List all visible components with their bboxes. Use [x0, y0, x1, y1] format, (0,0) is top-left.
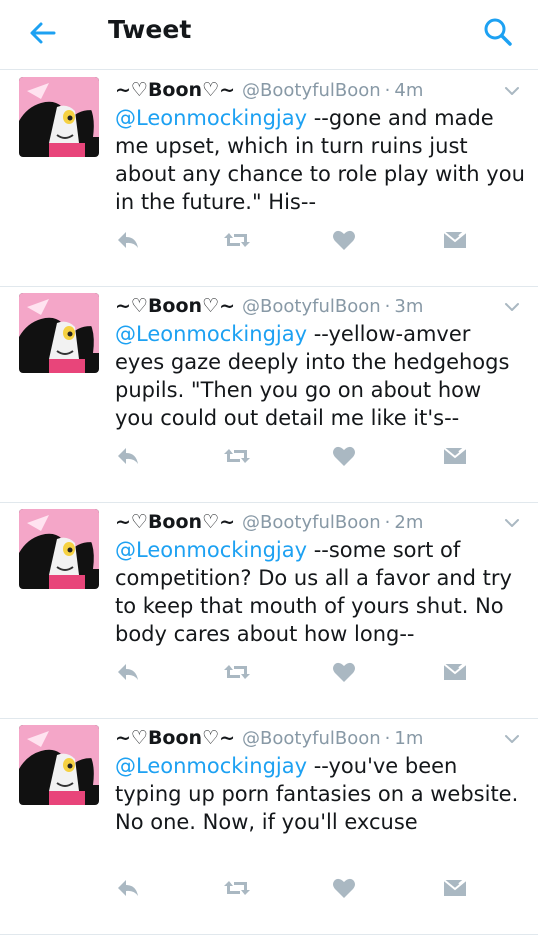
tweet-text: @Leonmockingjay --you've been typing up …	[115, 752, 525, 836]
separator: ·	[384, 728, 391, 749]
reply-button[interactable]	[116, 441, 140, 471]
avatar[interactable]	[19, 509, 99, 589]
mention-link[interactable]: @Leonmockingjay	[115, 322, 307, 346]
reply-icon	[118, 880, 138, 896]
reply-button[interactable]	[116, 657, 140, 687]
direct-message-icon	[443, 230, 467, 248]
like-button[interactable]	[332, 441, 356, 471]
tweet-header: ~♡Boon♡~ @BootyfulBoon · 2m	[115, 507, 423, 537]
tweet[interactable]: ~♡Boon♡~ @BootyfulBoon · 2m @Leonmockingjay…	[0, 503, 538, 719]
like-icon	[333, 446, 355, 466]
retweet-button[interactable]	[222, 441, 252, 471]
separator: ·	[384, 296, 391, 317]
direct-message-icon	[443, 878, 467, 896]
retweet-icon	[224, 233, 250, 247]
chevron-down-icon	[505, 303, 519, 311]
retweet-button[interactable]	[222, 225, 252, 255]
user-handle[interactable]: @BootyfulBoon	[242, 296, 381, 317]
mention-link[interactable]: @Leonmockingjay	[115, 538, 307, 562]
user-handle[interactable]: @BootyfulBoon	[242, 728, 381, 749]
tweet-menu-button[interactable]	[503, 299, 521, 313]
tweet-actions	[0, 657, 538, 687]
tweet-text: @Leonmockingjay --some sort of competiti…	[115, 536, 525, 648]
separator: ·	[384, 512, 391, 533]
like-button[interactable]	[332, 873, 356, 903]
retweet-icon	[224, 449, 250, 463]
search-button[interactable]	[482, 16, 514, 48]
mention-link[interactable]: @Leonmockingjay	[115, 106, 307, 130]
like-icon	[333, 878, 355, 898]
reply-icon	[118, 448, 138, 464]
tweet-menu-button[interactable]	[503, 515, 521, 529]
tweet[interactable]: ~♡Boon♡~ @BootyfulBoon · 1m @Leonmockingjay…	[0, 719, 538, 935]
display-name[interactable]: ~♡Boon♡~	[115, 727, 235, 749]
display-name[interactable]: ~♡Boon♡~	[115, 295, 235, 317]
user-handle[interactable]: @BootyfulBoon	[242, 512, 381, 533]
page-title: Tweet	[108, 15, 192, 44]
tweet-actions	[0, 873, 538, 903]
timestamp: 1m	[394, 728, 424, 749]
tweet-text: @Leonmockingjay --gone and made me upset…	[115, 104, 525, 216]
tweet[interactable]: ~♡Boon♡~ @BootyfulBoon · 3m @Leonmockingjay…	[0, 287, 538, 503]
tweet-header: ~♡Boon♡~ @BootyfulBoon · 3m	[115, 291, 423, 321]
direct-message-button[interactable]	[442, 441, 468, 471]
timestamp: 2m	[394, 512, 424, 533]
tweet-menu-button[interactable]	[503, 731, 521, 745]
display-name[interactable]: ~♡Boon♡~	[115, 511, 235, 533]
tweet-actions	[0, 225, 538, 255]
reply-button[interactable]	[116, 873, 140, 903]
search-icon	[484, 18, 512, 46]
direct-message-button[interactable]	[442, 657, 468, 687]
direct-message-icon	[443, 662, 467, 680]
chevron-down-icon	[505, 735, 519, 743]
avatar[interactable]	[19, 293, 99, 373]
tweet-text: @Leonmockingjay --yellow-amver eyes gaze…	[115, 320, 525, 432]
separator: ·	[384, 80, 391, 101]
retweet-button[interactable]	[222, 873, 252, 903]
tweet-menu-button[interactable]	[503, 83, 521, 97]
tweet-header: ~♡Boon♡~ @BootyfulBoon · 1m	[115, 723, 423, 753]
display-name[interactable]: ~♡Boon♡~	[115, 79, 235, 101]
direct-message-button[interactable]	[442, 225, 468, 255]
chevron-down-icon	[505, 87, 519, 95]
reply-icon	[118, 664, 138, 680]
retweet-icon	[224, 665, 250, 679]
timestamp: 3m	[394, 296, 424, 317]
reply-icon	[118, 232, 138, 248]
like-button[interactable]	[332, 657, 356, 687]
top-bar: Tweet	[0, 0, 538, 70]
direct-message-icon	[443, 446, 467, 464]
like-button[interactable]	[332, 225, 356, 255]
arrow-left-icon	[30, 22, 56, 44]
retweet-button[interactable]	[222, 657, 252, 687]
direct-message-button[interactable]	[442, 873, 468, 903]
tweet-actions	[0, 441, 538, 471]
avatar[interactable]	[19, 77, 99, 157]
chevron-down-icon	[505, 519, 519, 527]
like-icon	[333, 230, 355, 250]
mention-link[interactable]: @Leonmockingjay	[115, 754, 307, 778]
user-handle[interactable]: @BootyfulBoon	[242, 80, 381, 101]
tweet-header: ~♡Boon♡~ @BootyfulBoon · 4m	[115, 75, 423, 105]
timestamp: 4m	[394, 80, 424, 101]
reply-button[interactable]	[116, 225, 140, 255]
tweet[interactable]: ~♡Boon♡~ @BootyfulBoon · 4m @Leonmockingjay…	[0, 71, 538, 287]
avatar[interactable]	[19, 725, 99, 805]
like-icon	[333, 662, 355, 682]
retweet-icon	[224, 881, 250, 895]
back-button[interactable]	[28, 18, 58, 48]
